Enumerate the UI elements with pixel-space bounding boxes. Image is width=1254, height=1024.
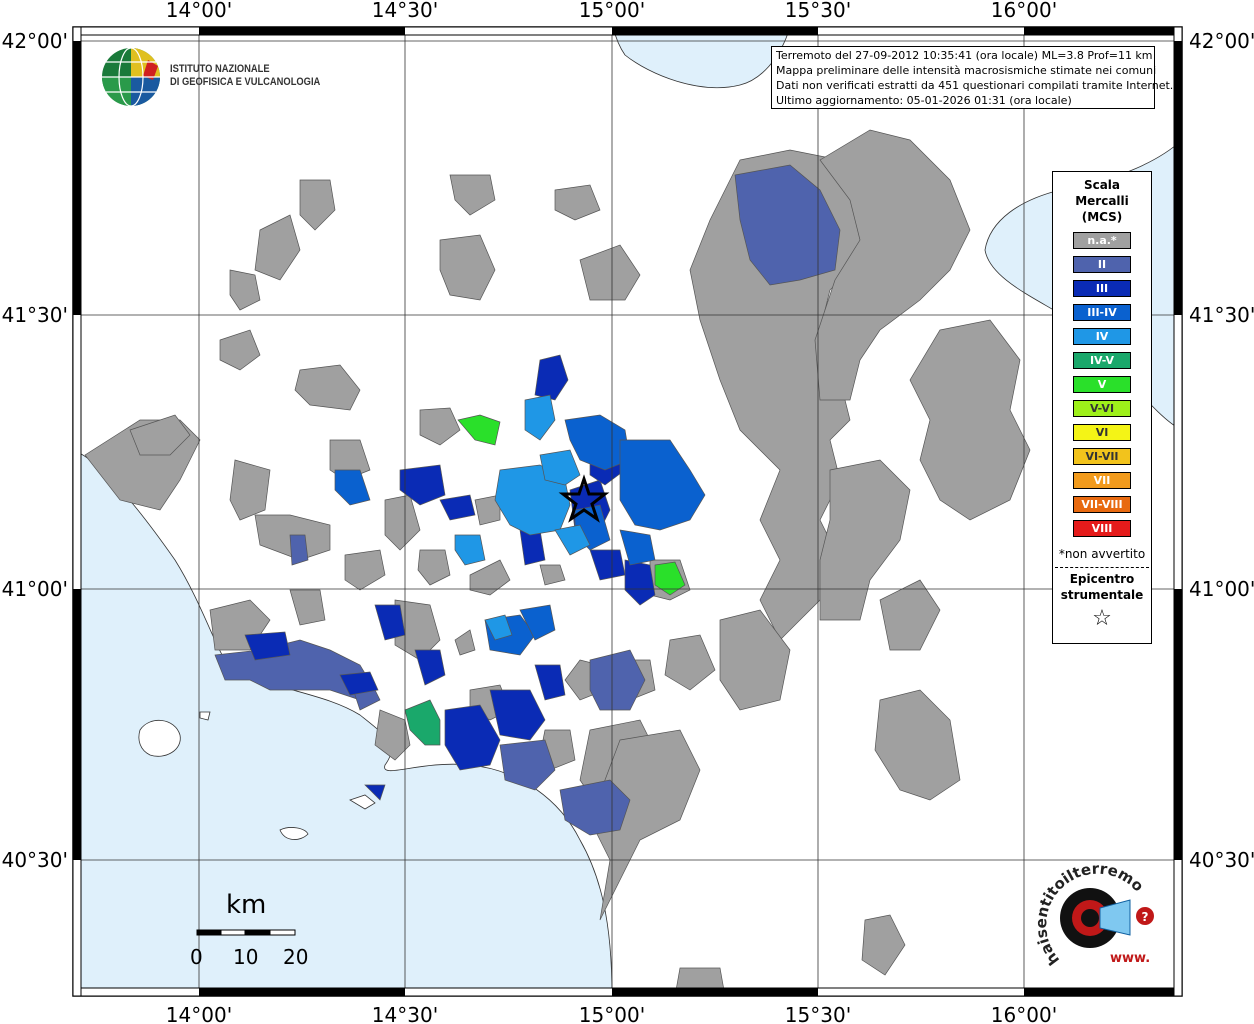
lat-label-left: 40°30' [2, 848, 68, 872]
lat-label-right: 42°00' [1189, 29, 1254, 53]
legend-item: V [1073, 376, 1131, 393]
lat-label-right: 40°30' [1189, 848, 1254, 872]
lon-label-top: 14°00' [166, 0, 232, 22]
scale-tick-label: 10 [233, 945, 259, 969]
ingv-logo-text: ISTITUTO NAZIONALE DI GEOFISICA E VULCAN… [170, 63, 320, 89]
lon-label-top: 15°00' [579, 0, 645, 22]
info-line-event: Terremoto del 27-09-2012 10:35:41 (ora l… [776, 49, 1153, 62]
lat-label-right: 41°00' [1189, 577, 1254, 601]
lon-label-bottom: 16°00' [991, 1003, 1057, 1024]
scale-tick-label: 0 [190, 945, 203, 969]
legend-star-icon: ☆ [1092, 606, 1112, 631]
lat-label-left: 42°00' [2, 29, 68, 53]
legend-item: VII [1073, 472, 1131, 489]
legend-item: IV-V [1073, 352, 1131, 369]
legend-epicenter-label: Epicentro strumentale [1060, 572, 1144, 602]
legend-title: Scala Mercalli (MCS) [1075, 178, 1129, 224]
legend-item: III [1073, 280, 1131, 297]
lon-label-top: 16°00' [991, 0, 1057, 22]
ingv-globe-icon [102, 47, 160, 107]
lon-label-bottom: 14°30' [372, 1003, 438, 1024]
legend-item: V-VI [1073, 400, 1131, 417]
lon-label-top: 14°30' [372, 0, 438, 22]
info-line-updated: Ultimo aggiornamento: 05-01-2026 01:31 (… [776, 94, 1072, 107]
lon-label-bottom: 15°30' [785, 1003, 851, 1024]
ingv-line2: DI GEOFISICA E VULCANOLOGIA [170, 76, 321, 88]
intensity-legend: Scala Mercalli (MCS) n.a.* II III III-IV IV I… [1052, 171, 1152, 644]
scale-bar [196, 929, 296, 936]
legend-item: VI-VII [1073, 448, 1131, 465]
legend-item: IV [1073, 328, 1131, 345]
lon-label-bottom: 15°00' [579, 1003, 645, 1024]
legend-item: III-IV [1073, 304, 1131, 321]
scale-tick-label: 20 [283, 945, 309, 969]
lat-label-left: 41°00' [2, 577, 68, 601]
ingv-line1: ISTITUTO NAZIONALE [170, 63, 270, 75]
haisentito-www-text: www. [1110, 951, 1150, 966]
legend-item: VI [1073, 424, 1131, 441]
legend-item: n.a.* [1073, 232, 1131, 249]
legend-item: VIII [1073, 520, 1131, 537]
info-line-source: Dati non verificati estratti da 451 ques… [776, 79, 1174, 92]
lat-label-left: 41°30' [2, 303, 68, 327]
legend-item: VII-VIII [1073, 496, 1131, 513]
scale-unit: km [226, 890, 267, 920]
legend-divider [1055, 567, 1149, 568]
info-line-description: Mappa preliminare delle intensità macros… [776, 64, 1157, 77]
lon-label-top: 15°30' [785, 0, 851, 22]
legend-items: n.a.* II III III-IV IV IV-V V V-VI VI VI-VII VII VI… [1053, 232, 1151, 537]
legend-note: *non avvertito [1058, 547, 1146, 561]
lon-label-bottom: 14°00' [166, 1003, 232, 1024]
svg-text:?: ? [1142, 910, 1149, 924]
lat-label-right: 41°30' [1189, 303, 1254, 327]
event-info-box: Terremoto del 27-09-2012 10:35:41 (ora l… [771, 46, 1174, 109]
legend-item: II [1073, 256, 1131, 273]
